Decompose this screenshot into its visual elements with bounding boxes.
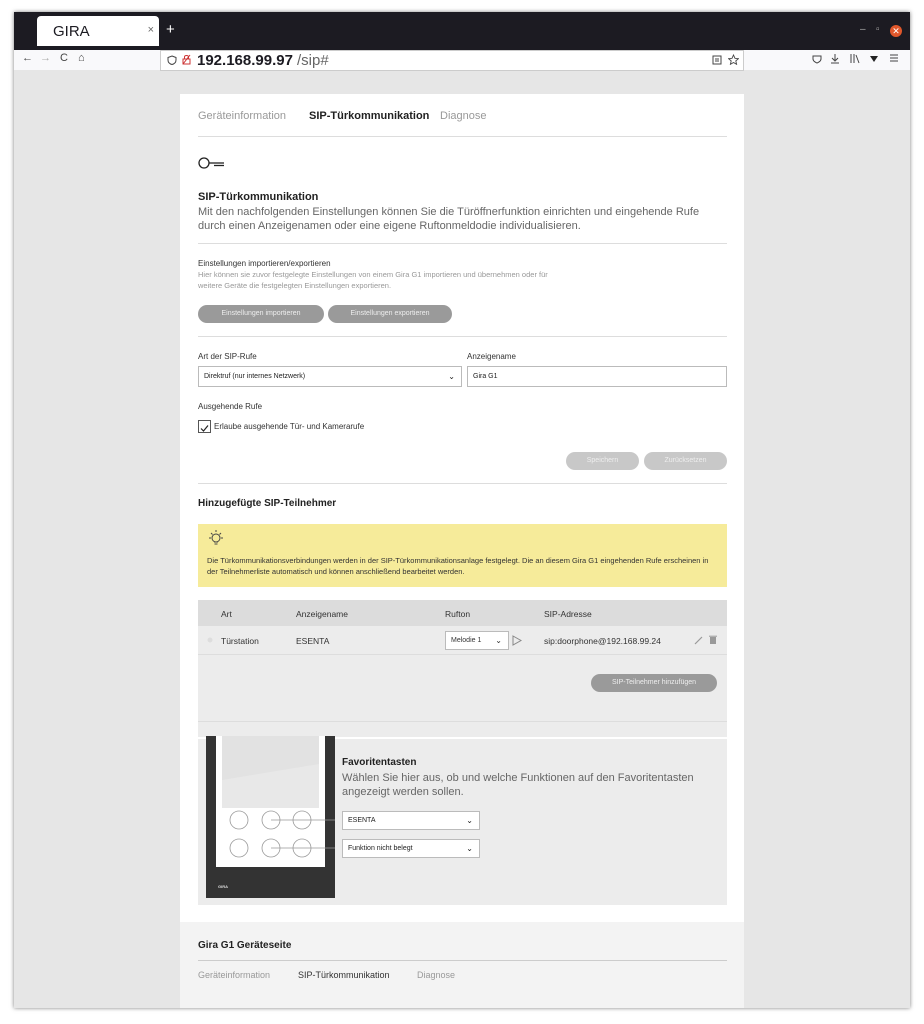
call-type-select[interactable]: Direktruf (nur internes Netzwerk) ⌄ xyxy=(198,366,462,387)
chevron-down-icon: ⌄ xyxy=(448,372,455,381)
lock-icon[interactable] xyxy=(182,54,191,65)
call-type-value: Direktruf (nur internes Netzwerk) xyxy=(204,373,306,380)
divider xyxy=(198,960,727,961)
shield-icon[interactable] xyxy=(167,55,177,65)
display-name-label: Anzeigename xyxy=(467,352,516,361)
divider xyxy=(198,721,727,722)
status-dot-icon xyxy=(207,637,213,643)
maximize-icon[interactable]: ▫ xyxy=(876,24,880,35)
participants-title: Hinzugefügte SIP-Teilnehmer xyxy=(198,498,337,509)
menu-icon[interactable] xyxy=(889,53,899,63)
ringtone-value: Melodie 1 xyxy=(451,637,482,644)
ringtone-select[interactable]: Melodie 1 ⌄ xyxy=(445,631,509,650)
import-export-description: Hier können sie zuvor festgelegte Einste… xyxy=(198,270,548,290)
window-close-icon[interactable]: ✕ xyxy=(890,25,902,37)
row-name: ESENTA xyxy=(296,636,330,646)
save-button[interactable]: Speichern xyxy=(566,452,639,470)
divider xyxy=(198,483,727,484)
checkmark-icon xyxy=(200,425,209,432)
library-icon[interactable] xyxy=(849,53,860,64)
favorite-1-value: ESENTA xyxy=(348,817,376,824)
reload-icon[interactable]: C xyxy=(60,52,68,64)
tab-diagnose[interactable]: Diagnose xyxy=(440,110,486,122)
favorites-panel: GIRA Favoritentasten Wählen Sie hier aus… xyxy=(198,736,727,905)
display-name-input[interactable]: Gira G1 xyxy=(467,366,727,387)
browser-window: GIRA × + – ▫ ✕ ← → C ⌂ 192.168.99.97 /si… xyxy=(14,12,910,1008)
participants-table: Art Anzeigename Rufton SIP-Adresse Türst… xyxy=(198,600,727,737)
tab-geraeteinformation[interactable]: Geräteinformation xyxy=(198,110,286,122)
footer-link-diagnose[interactable]: Diagnose xyxy=(417,970,455,980)
table-row[interactable]: Türstation ESENTA Melodie 1 ⌄ sip:doorph… xyxy=(198,626,727,655)
chevron-down-icon: ⌄ xyxy=(466,844,473,853)
call-type-label: Art der SIP-Rufe xyxy=(198,352,257,361)
url-bar[interactable]: 192.168.99.97 /sip# xyxy=(160,50,744,71)
column-rufton: Rufton xyxy=(445,609,471,619)
row-sip-address: sip:doorphone@192.168.99.24 xyxy=(544,636,661,646)
minimize-icon[interactable]: – xyxy=(860,24,866,35)
new-tab-icon[interactable]: + xyxy=(166,21,175,38)
title-bar: GIRA × + – ▫ ✕ xyxy=(14,12,910,50)
section-description: Mit den nachfolgenden Einstellungen könn… xyxy=(198,206,700,232)
import-button[interactable]: Einstellungen importieren xyxy=(198,305,324,323)
divider xyxy=(198,243,727,244)
import-export-title: Einstellungen importieren/exportieren xyxy=(198,259,331,268)
add-participant-button[interactable]: SIP-Teilnehmer hinzufügen xyxy=(591,674,717,692)
reset-button[interactable]: Zurücksetzen xyxy=(644,452,727,470)
footer: Gira G1 Geräteseite Geräteinformation SI… xyxy=(180,922,744,1008)
table-header: Art Anzeigename Rufton SIP-Adresse xyxy=(198,600,727,626)
url-path: /sip# xyxy=(297,52,329,69)
play-icon[interactable] xyxy=(512,635,522,646)
column-sip-adresse: SIP-Adresse xyxy=(544,609,592,619)
edit-icon[interactable] xyxy=(694,636,703,645)
lightbulb-icon xyxy=(209,530,223,545)
divider xyxy=(198,336,727,337)
row-type: Türstation xyxy=(221,636,259,646)
outgoing-checkbox[interactable] xyxy=(198,420,211,433)
bookmark-star-icon[interactable] xyxy=(728,54,739,65)
divider xyxy=(198,136,727,137)
tab-title: GIRA xyxy=(53,23,90,40)
key-icon xyxy=(198,157,224,169)
home-icon[interactable]: ⌂ xyxy=(78,52,85,64)
device-logo: GIRA xyxy=(218,884,228,889)
device-illustration xyxy=(206,736,335,898)
favorites-description: Wählen Sie hier aus, ob und welche Funkt… xyxy=(342,772,694,798)
column-anzeigename: Anzeigename xyxy=(296,609,348,619)
url-host: 192.168.99.97 xyxy=(197,52,293,69)
tab-close-icon[interactable]: × xyxy=(148,24,154,36)
pocket-icon[interactable] xyxy=(812,54,822,64)
footer-link-sip[interactable]: SIP-Türkommunikation xyxy=(298,970,390,980)
info-box: Die Türkommunikationsverbindungen werden… xyxy=(198,524,727,587)
favorites-title: Favoritentasten xyxy=(342,757,417,768)
extension-icon[interactable] xyxy=(869,53,879,64)
trash-icon[interactable] xyxy=(709,635,717,645)
favorite-1-select[interactable]: ESENTA ⌄ xyxy=(342,811,480,830)
back-icon[interactable]: ← xyxy=(22,52,33,64)
download-icon[interactable] xyxy=(830,53,840,64)
favorite-2-value: Funktion nicht belegt xyxy=(348,845,413,852)
tab-sip-tuerkommunikation[interactable]: SIP-Türkommunikation xyxy=(309,110,429,122)
chevron-down-icon: ⌄ xyxy=(495,636,502,645)
navigation-bar: ← → C ⌂ 192.168.99.97 /sip# xyxy=(14,50,910,71)
page-content: Geräteinformation SIP-Türkommunikation D… xyxy=(180,94,744,1008)
export-button[interactable]: Einstellungen exportieren xyxy=(328,305,452,323)
reader-view-icon[interactable] xyxy=(712,55,722,65)
outgoing-checkbox-label: Erlaube ausgehende Tür- und Kamerarufe xyxy=(214,422,365,431)
display-name-value: Gira G1 xyxy=(473,373,498,380)
column-art: Art xyxy=(221,609,232,619)
forward-icon[interactable]: → xyxy=(40,52,51,64)
section-title: SIP-Türkommunikation xyxy=(198,191,319,203)
outgoing-calls-label: Ausgehende Rufe xyxy=(198,402,263,411)
footer-title: Gira G1 Geräteseite xyxy=(198,940,292,951)
footer-link-geraeteinformation[interactable]: Geräteinformation xyxy=(198,970,270,980)
chevron-down-icon: ⌄ xyxy=(466,816,473,825)
info-text: Die Türkommunikationsverbindungen werden… xyxy=(207,556,709,576)
favorite-2-select[interactable]: Funktion nicht belegt ⌄ xyxy=(342,839,480,858)
browser-tab[interactable]: GIRA × xyxy=(37,16,159,46)
